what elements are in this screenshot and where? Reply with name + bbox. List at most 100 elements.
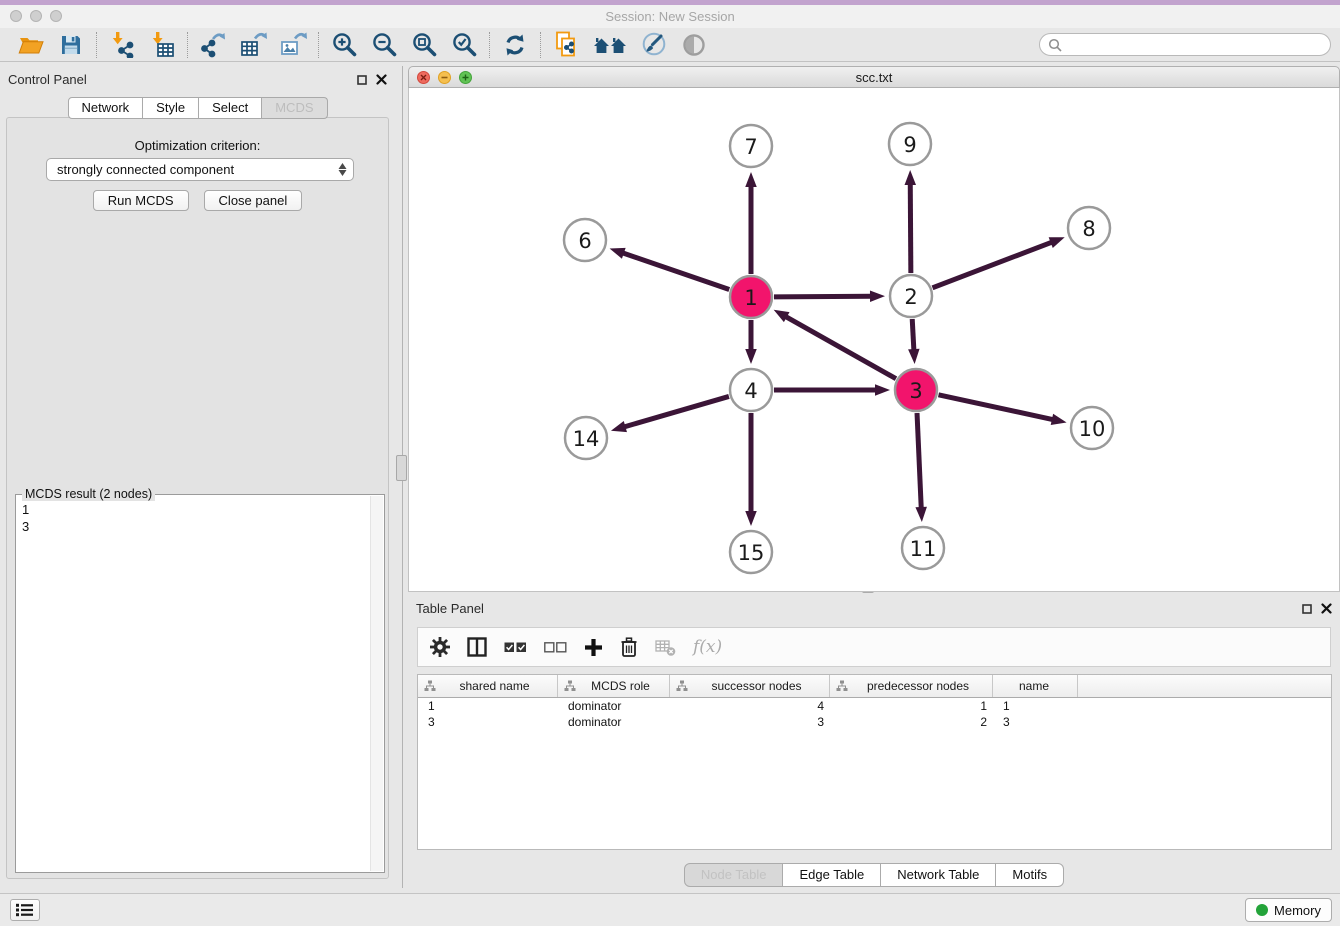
table-cell[interactable]: 4 <box>670 699 830 713</box>
tab-network-table[interactable]: Network Table <box>881 863 996 887</box>
zoom-fit-icon[interactable] <box>408 31 440 59</box>
edge-2-8[interactable] <box>932 242 1052 288</box>
edge-2-3[interactable] <box>912 319 914 351</box>
table-cell[interactable]: 1 <box>993 699 1078 713</box>
zoom-in-icon[interactable] <box>328 31 360 59</box>
optimization-criterion-label: Optimization criterion: <box>7 138 388 153</box>
node-label-8: 8 <box>1082 217 1095 241</box>
table-toolbar: f(x) <box>417 627 1331 667</box>
add-column-icon[interactable] <box>584 638 603 657</box>
houses-icon[interactable] <box>590 31 630 59</box>
table-cell[interactable]: dominator <box>558 699 670 713</box>
column-header-MCDS-role[interactable]: MCDS role <box>558 675 670 697</box>
table-cell[interactable]: 3 <box>418 715 558 729</box>
deselect-all-columns-icon[interactable] <box>544 641 567 653</box>
edge-arrow-1-7 <box>745 172 757 187</box>
open-session-icon[interactable] <box>15 31 47 59</box>
node-label-2: 2 <box>904 285 917 309</box>
table-panel: Table Panel <box>408 595 1340 888</box>
result-scrollbar[interactable] <box>370 496 383 871</box>
tab-select[interactable]: Select <box>199 97 262 119</box>
float-table-panel-icon[interactable] <box>1302 604 1312 614</box>
export-network-icon[interactable] <box>197 31 229 59</box>
float-panel-icon[interactable] <box>357 75 367 85</box>
control-panel-title: Control Panel <box>8 72 87 87</box>
delete-column-icon[interactable] <box>620 637 638 657</box>
tab-mcds[interactable]: MCDS <box>262 97 327 119</box>
edge-2-9[interactable] <box>910 183 911 273</box>
mcds-result-text[interactable]: 1 3 <box>16 495 384 541</box>
tab-network[interactable]: Network <box>67 97 143 119</box>
select-all-columns-icon[interactable] <box>504 641 527 653</box>
table-settings-gear-icon[interactable] <box>430 637 450 657</box>
edge-4-14[interactable] <box>623 396 728 427</box>
node-label-9: 9 <box>903 133 916 157</box>
close-panel-button[interactable]: Close panel <box>204 190 303 211</box>
show-graphics-details-icon[interactable] <box>678 31 710 59</box>
window-controls <box>10 10 62 22</box>
task-history-button[interactable] <box>10 899 40 921</box>
search-input[interactable] <box>1068 36 1322 53</box>
column-label: MCDS role <box>580 679 669 693</box>
delete-table-icon <box>655 638 676 657</box>
column-header-successor-nodes[interactable]: successor nodes <box>670 675 830 697</box>
zoom-out-icon[interactable] <box>368 31 400 59</box>
network-minimize-button[interactable] <box>438 71 451 84</box>
hide-graphics-details-icon[interactable] <box>638 31 670 59</box>
zoom-window-button[interactable] <box>50 10 62 22</box>
export-table-icon[interactable] <box>237 31 269 59</box>
edge-3-1[interactable] <box>785 316 896 379</box>
table-row[interactable]: 3dominator323 <box>418 714 1331 730</box>
network-close-button[interactable] <box>417 71 430 84</box>
close-panel-icon[interactable] <box>376 74 387 85</box>
new-network-from-selection-icon[interactable] <box>550 31 582 59</box>
save-session-icon[interactable] <box>55 31 87 59</box>
tab-node-table[interactable]: Node Table <box>684 863 784 887</box>
column-label: successor nodes <box>692 679 829 693</box>
memory-button[interactable]: Memory <box>1245 898 1332 922</box>
panel-splitter-handle[interactable] <box>396 455 407 481</box>
node-label-10: 10 <box>1079 417 1106 441</box>
table-cell[interactable]: dominator <box>558 715 670 729</box>
import-table-icon[interactable] <box>146 31 178 59</box>
tab-style[interactable]: Style <box>143 97 199 119</box>
close-window-button[interactable] <box>10 10 22 22</box>
zoom-selected-icon[interactable] <box>448 31 480 59</box>
run-mcds-button[interactable]: Run MCDS <box>93 190 189 211</box>
criterion-dropdown[interactable]: strongly connected component <box>46 158 354 181</box>
column-header-name[interactable]: name <box>993 675 1078 697</box>
tab-edge-table[interactable]: Edge Table <box>783 863 881 887</box>
column-header-shared-name[interactable]: shared name <box>418 675 558 697</box>
show-column-icon[interactable] <box>467 637 487 657</box>
column-header-predecessor-nodes[interactable]: predecessor nodes <box>830 675 993 697</box>
minimize-window-button[interactable] <box>30 10 42 22</box>
network-canvas[interactable]: 7968124314101511 <box>408 88 1340 592</box>
close-table-panel-icon[interactable] <box>1321 603 1332 614</box>
table-cell[interactable]: 1 <box>418 699 558 713</box>
import-network-icon[interactable] <box>106 31 138 59</box>
column-label: predecessor nodes <box>852 679 992 693</box>
network-window-titlebar[interactable]: scc.txt <box>408 66 1340 88</box>
edge-1-2[interactable] <box>774 296 872 297</box>
edge-arrow-4-3 <box>875 384 890 396</box>
edge-arrow-4-15 <box>745 511 757 526</box>
export-image-icon[interactable] <box>277 31 309 59</box>
edge-arrow-2-9 <box>905 170 916 185</box>
table-cell[interactable]: 3 <box>993 715 1078 729</box>
main-titlebar[interactable]: Session: New Session <box>0 5 1340 29</box>
table-cell[interactable]: 2 <box>830 715 993 729</box>
table-cell[interactable]: 1 <box>830 699 993 713</box>
edge-arrow-3-11 <box>915 507 926 522</box>
memory-status-dot <box>1256 904 1268 916</box>
edge-3-11[interactable] <box>917 413 921 509</box>
table-cell[interactable]: 3 <box>670 715 830 729</box>
network-maximize-button[interactable] <box>459 71 472 84</box>
table-row[interactable]: 1dominator411 <box>418 698 1331 714</box>
edge-1-6[interactable] <box>622 253 729 290</box>
mcds-result-box: MCDS result (2 nodes) 1 3 <box>15 494 385 873</box>
search-field[interactable] <box>1039 33 1331 56</box>
edge-arrow-3-10 <box>1051 414 1067 425</box>
tab-motifs[interactable]: Motifs <box>996 863 1064 887</box>
edge-3-10[interactable] <box>938 395 1053 420</box>
apply-layout-icon[interactable] <box>499 31 531 59</box>
